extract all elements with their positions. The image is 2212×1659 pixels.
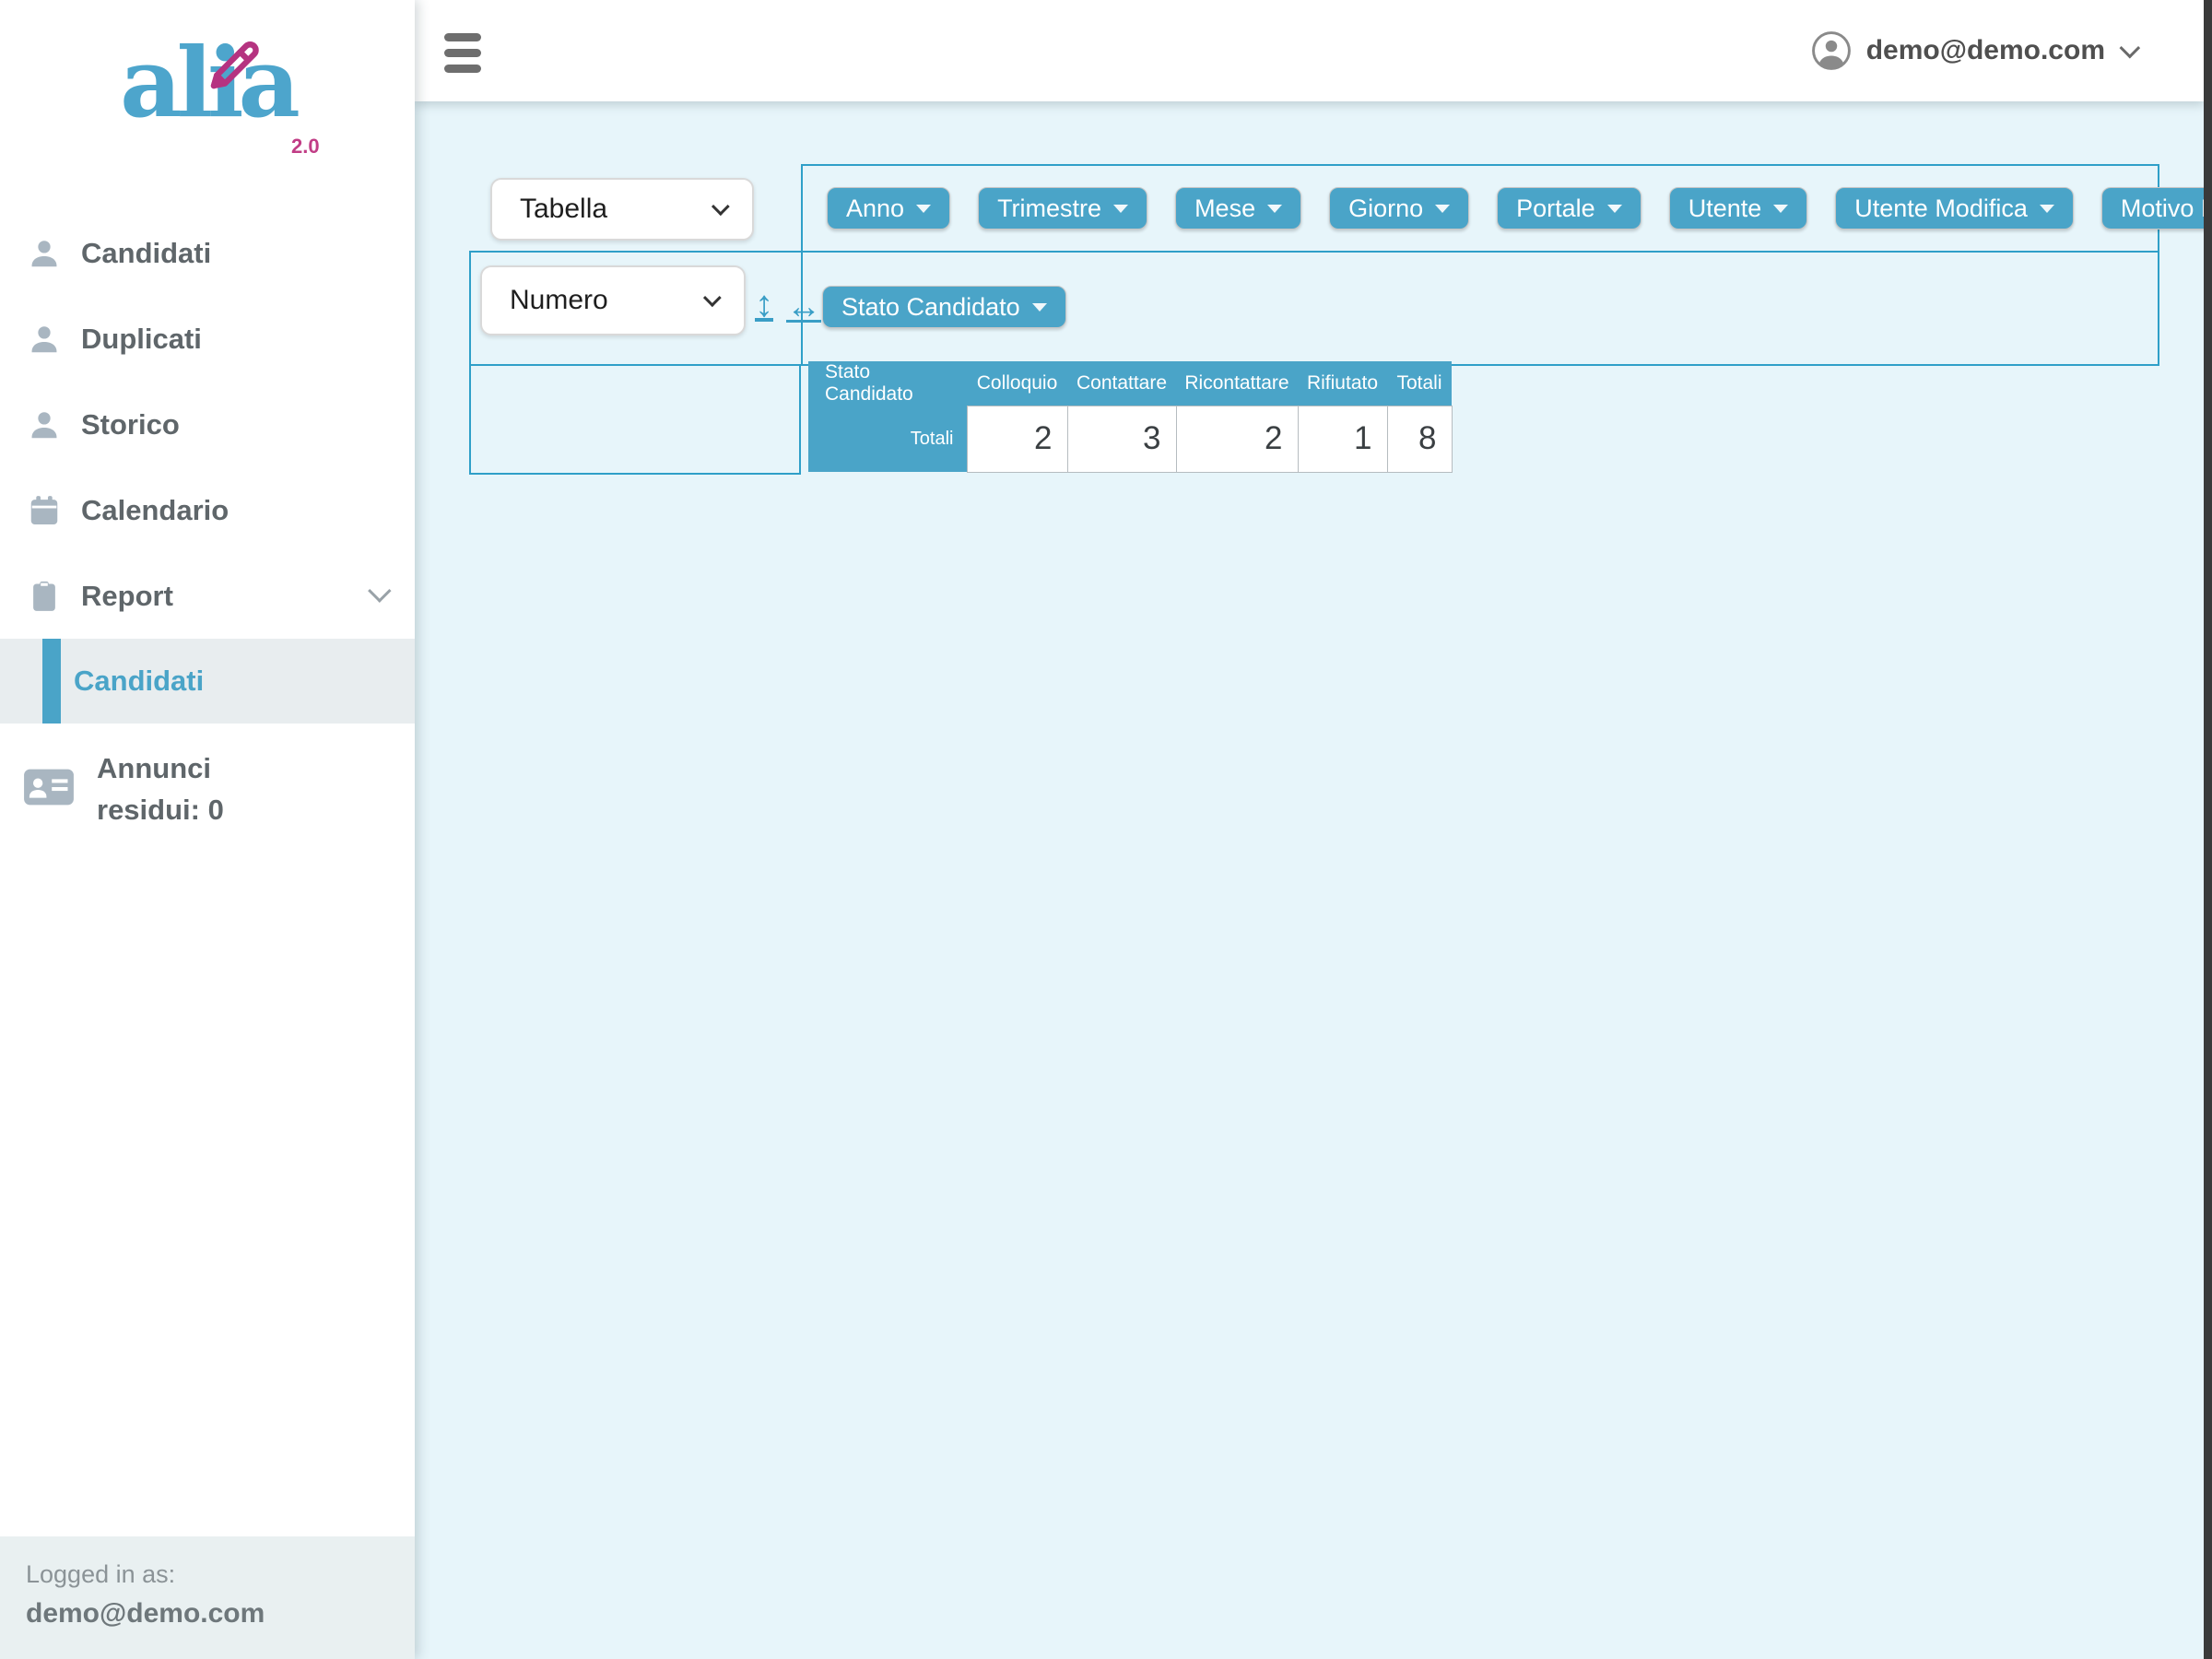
logo-version-text: 2.0 [291, 135, 320, 159]
sidebar-item-label: Duplicati [81, 323, 202, 356]
annunci-line1: Annunci [97, 748, 224, 790]
annunci-residui-label: Annunci residui: 0 [97, 748, 224, 831]
field-label: Mese [1194, 194, 1255, 223]
app-window: alia 2.0 Candidati Duplicati [0, 0, 2212, 1659]
sidebar-item-label: Storico [81, 408, 180, 441]
field-button-utente-modifica[interactable]: Utente Modifica [1835, 187, 2074, 229]
chevron-down-icon [703, 288, 722, 307]
row-fields-area [469, 364, 801, 475]
renderer-select-value: Tabella [520, 194, 607, 225]
unused-fields-area: Anno Trimestre Mese Giorno Portale Utent… [801, 164, 2159, 253]
column-header: Colloquio [967, 361, 1067, 406]
dropdown-caret-icon [1607, 205, 1622, 213]
sidebar-item-label: Calendario [81, 494, 229, 527]
dropdown-caret-icon [1113, 205, 1128, 213]
column-header: Rifiutato [1298, 361, 1387, 406]
pivot-controls-row: Numero ↕ ↔ Stato Candidato [469, 251, 2159, 366]
renderer-select[interactable]: Tabella [490, 178, 754, 241]
person-icon [26, 406, 63, 443]
hamburger-bar [444, 33, 481, 41]
person-icon [26, 321, 63, 358]
field-label: Utente Modifica [1854, 194, 2028, 223]
sidebar-item-candidati[interactable]: Candidati [0, 210, 415, 296]
id-card-icon [23, 764, 75, 815]
aggregator-select[interactable]: Numero [480, 265, 746, 335]
scrollbar[interactable] [2204, 0, 2212, 1659]
sidebar-item-label: Candidati [81, 237, 211, 270]
sidebar-footer: Logged in as: demo@demo.com [0, 1536, 415, 1659]
dropdown-caret-icon [1032, 303, 1047, 312]
pencil-logo-icon [203, 31, 262, 96]
field-label: Giorno [1348, 194, 1423, 223]
clipboard-icon [26, 578, 63, 615]
calendar-icon [26, 492, 63, 529]
chevron-down-icon [2120, 38, 2141, 59]
hamburger-bar [444, 65, 481, 73]
column-header: Ricontattare [1176, 361, 1298, 406]
column-header: Stato Candidato [808, 361, 967, 406]
value-cell: 8 [1387, 406, 1452, 472]
sidebar-item-annunci-residui[interactable]: Annunci residui: 0 [0, 748, 415, 831]
field-label: Anno [846, 194, 904, 223]
value-cell: 1 [1298, 406, 1387, 472]
field-label: Trimestre [997, 194, 1101, 223]
sidebar-item-calendario[interactable]: Calendario [0, 467, 415, 553]
sidebar-item-label: Report [81, 580, 173, 613]
column-field-button-stato-candidato[interactable]: Stato Candidato [822, 286, 1066, 328]
value-cell: 2 [967, 406, 1067, 472]
user-menu[interactable]: demo@demo.com [1811, 0, 2135, 101]
field-button-mese[interactable]: Mese [1175, 187, 1301, 229]
hamburger-bar [444, 49, 481, 57]
person-icon [26, 235, 63, 272]
field-button-giorno[interactable]: Giorno [1329, 187, 1469, 229]
field-label: Utente [1688, 194, 1762, 223]
column-header: Totali [1387, 361, 1452, 406]
chevron-down-icon [712, 197, 730, 216]
sidebar-subitem-report-candidati[interactable]: Candidati [0, 639, 415, 724]
pivot-results-table: Stato Candidato Colloquio Contattare Ric… [808, 361, 1453, 473]
sidebar-item-duplicati[interactable]: Duplicati [0, 296, 415, 382]
sidebar: alia 2.0 Candidati Duplicati [0, 0, 415, 1659]
field-button-motivo-rifiuto[interactable]: Motivo Rifiuto [2101, 187, 2212, 229]
sidebar-nav: Candidati Duplicati Storico Calendario [0, 210, 415, 639]
user-email-label: demo@demo.com [1866, 35, 2105, 66]
field-label: Motivo Rifiuto [2121, 194, 2212, 223]
submenu-item-label: Candidati [74, 665, 204, 698]
field-button-anno[interactable]: Anno [827, 187, 950, 229]
horizontal-resize-icon[interactable]: ↔ [786, 289, 821, 324]
annunci-line2: residui: 0 [97, 790, 224, 831]
table-header-row: Stato Candidato Colloquio Contattare Ric… [808, 361, 1452, 406]
hamburger-menu-icon[interactable] [444, 33, 481, 72]
dropdown-caret-icon [1435, 205, 1450, 213]
topbar: demo@demo.com [415, 0, 2204, 101]
row-label-cell: Totali [808, 406, 967, 472]
value-cell: 2 [1176, 406, 1298, 472]
field-button-portale[interactable]: Portale [1497, 187, 1641, 229]
table-row: Totali 2 3 2 1 8 [808, 406, 1452, 472]
dropdown-caret-icon [1773, 205, 1788, 213]
app-logo: alia 2.0 [0, 0, 415, 205]
column-header: Contattare [1067, 361, 1176, 406]
sidebar-item-storico[interactable]: Storico [0, 382, 415, 467]
aggregator-select-value: Numero [510, 285, 608, 316]
active-indicator-bar [42, 639, 61, 724]
sidebar-item-report[interactable]: Report [0, 553, 415, 639]
field-button-trimestre[interactable]: Trimestre [978, 187, 1147, 229]
main-content: Tabella Anno Trimestre Mese Giorno Porta… [415, 101, 2204, 1659]
field-label: Portale [1516, 194, 1595, 223]
field-button-utente[interactable]: Utente [1669, 187, 1808, 229]
dropdown-caret-icon [2040, 205, 2054, 213]
dropdown-caret-icon [916, 205, 931, 213]
logged-in-email: demo@demo.com [26, 1598, 389, 1630]
avatar-icon [1811, 30, 1852, 71]
chevron-down-icon [368, 579, 391, 602]
value-cell: 3 [1067, 406, 1176, 472]
field-label: Stato Candidato [841, 293, 1020, 322]
vertical-resize-icon[interactable]: ↕ [755, 286, 773, 323]
dropdown-caret-icon [1267, 205, 1282, 213]
logged-in-as-label: Logged in as: [26, 1560, 389, 1589]
